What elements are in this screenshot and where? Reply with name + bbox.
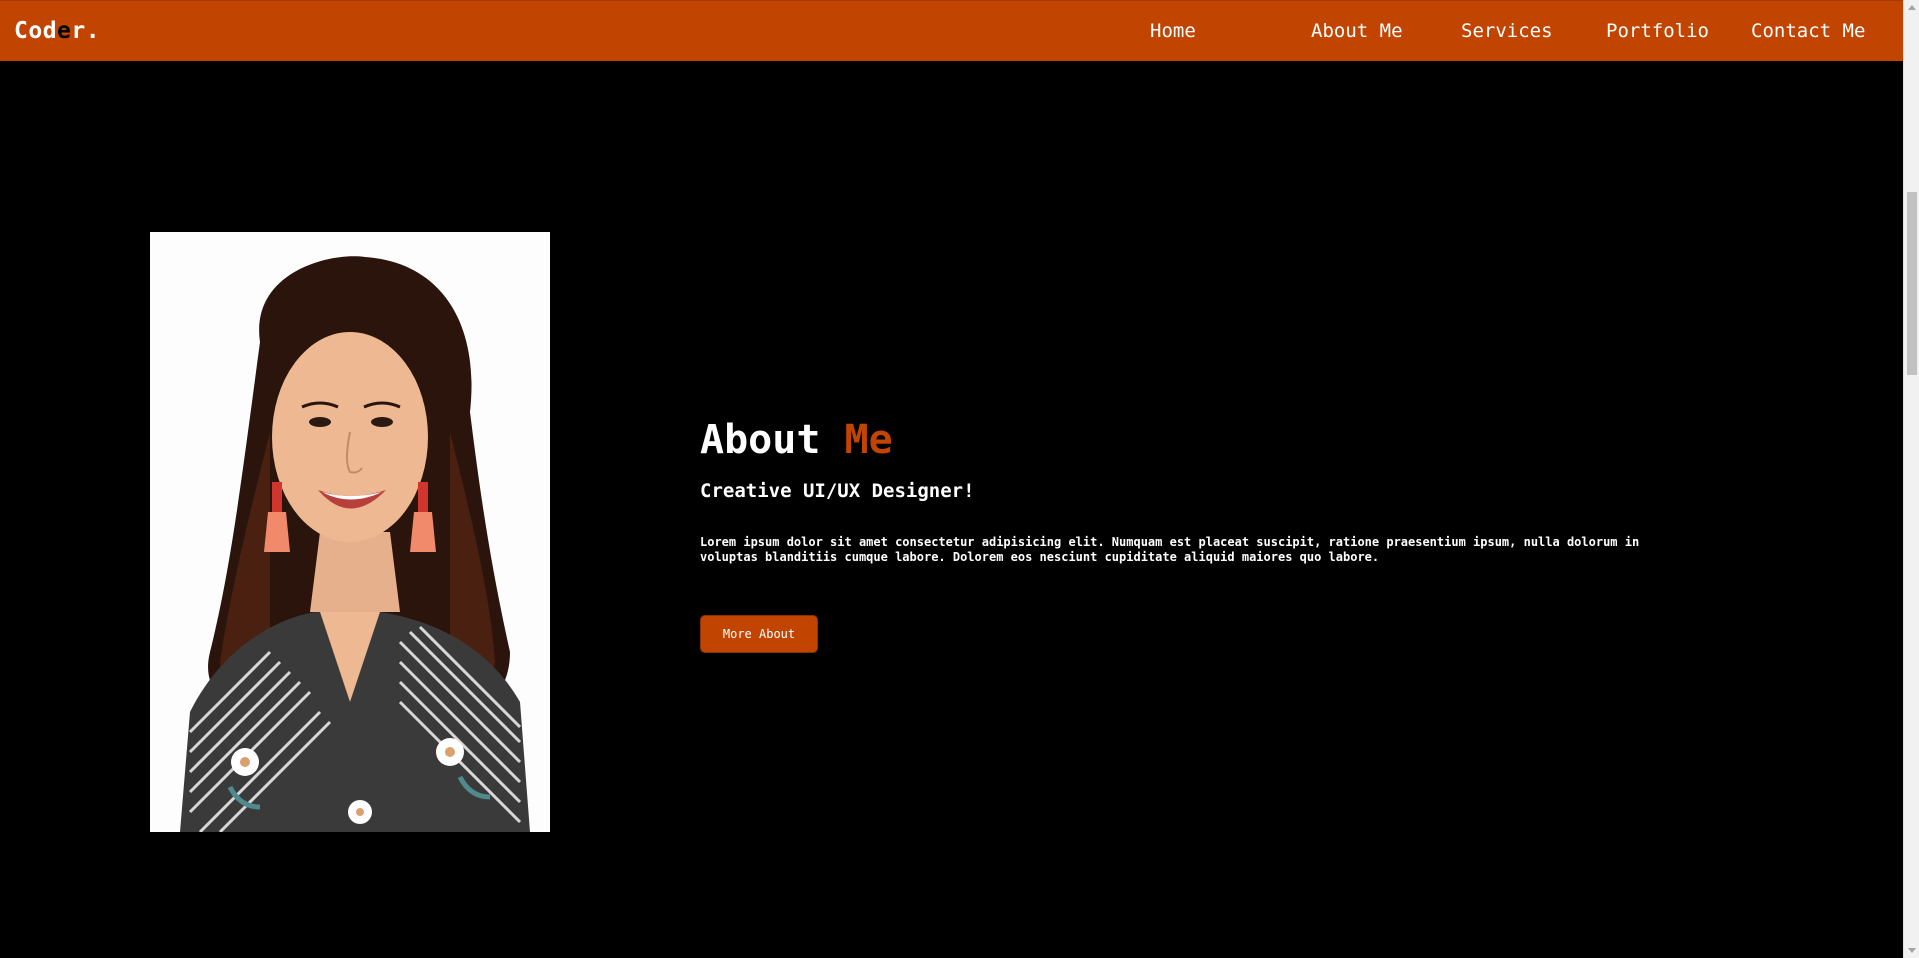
nav-link-home[interactable]: Home xyxy=(1150,1,1196,62)
about-subtitle: Creative UI/UX Designer! xyxy=(700,480,975,502)
top-navbar: Coder. Home About Me Services Portfolio … xyxy=(0,0,1903,61)
logo-text-end: r. xyxy=(71,18,101,44)
more-about-button[interactable]: More About xyxy=(700,615,818,653)
scroll-thumb[interactable] xyxy=(1907,192,1917,375)
site-logo[interactable]: Coder. xyxy=(14,18,100,44)
about-heading-main: About xyxy=(700,417,821,463)
about-description: Lorem ipsum dolor sit amet consectetur a… xyxy=(700,535,1640,564)
nav-link-services[interactable]: Services xyxy=(1461,1,1553,62)
logo-text-start: Cod xyxy=(14,18,58,44)
scroll-down-arrow-icon[interactable] xyxy=(1904,942,1919,958)
portrait-illustration xyxy=(150,232,550,832)
nav-link-about-me[interactable]: About Me xyxy=(1311,1,1403,62)
page: Coder. Home About Me Services Portfolio … xyxy=(0,0,1919,958)
about-section: About Me Creative UI/UX Designer! Lorem … xyxy=(700,415,1700,653)
nav-link-contact-me[interactable]: Contact Me xyxy=(1751,1,1865,62)
profile-photo xyxy=(150,232,550,832)
about-heading-accent: Me xyxy=(844,417,893,463)
page-scrollbar[interactable] xyxy=(1903,0,1919,958)
scroll-up-arrow-icon[interactable] xyxy=(1904,0,1919,16)
logo-text-accent: e xyxy=(57,18,72,44)
nav-link-portfolio[interactable]: Portfolio xyxy=(1606,1,1709,62)
about-heading: About Me xyxy=(700,415,1700,465)
